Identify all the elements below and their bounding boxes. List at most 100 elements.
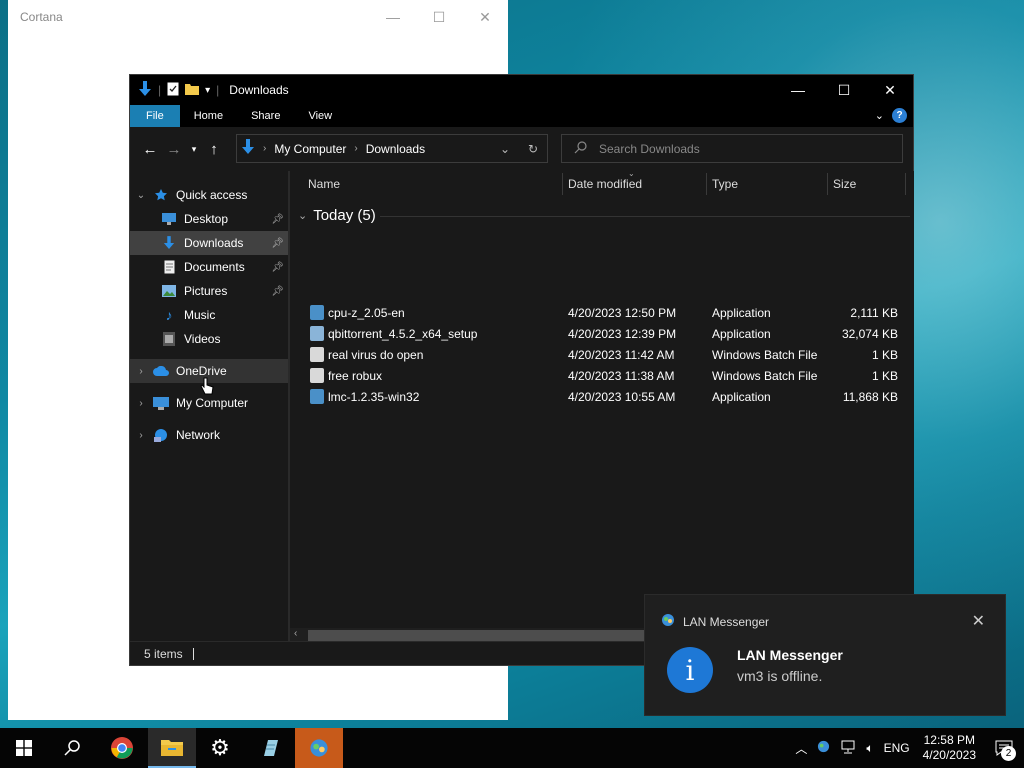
- toast-close-icon[interactable]: ✕: [972, 611, 985, 631]
- search-box[interactable]: Search Downloads: [561, 134, 903, 163]
- recent-locations-icon[interactable]: ▾: [186, 137, 202, 161]
- breadcrumb-separator-icon[interactable]: ›: [354, 143, 357, 154]
- file-explorer-taskbar-button[interactable]: [148, 728, 196, 768]
- collapsed-chevron-icon[interactable]: ›: [130, 398, 152, 409]
- item-count: 5 items: [144, 646, 183, 661]
- file-type: Windows Batch File: [712, 348, 818, 362]
- file-row[interactable]: qbittorrent_4.5.2_x64_setup 4/20/2023 12:…: [290, 324, 914, 345]
- scroll-left-arrow-icon[interactable]: ‹: [294, 628, 297, 639]
- address-bar[interactable]: › My Computer › Downloads ⌄ ↻: [236, 134, 548, 163]
- search-button[interactable]: [48, 728, 96, 768]
- search-icon: [64, 740, 80, 756]
- column-resize-handle[interactable]: [827, 173, 828, 195]
- tab-share[interactable]: Share: [237, 105, 294, 127]
- up-arrow-icon[interactable]: ↑: [202, 137, 226, 161]
- desktop-icon: [160, 211, 178, 227]
- nav-item-downloads[interactable]: Downloads 📌︎: [130, 231, 288, 255]
- search-icon: [574, 140, 587, 157]
- file-size: 1 KB: [871, 348, 898, 362]
- notification-toast[interactable]: LAN Messenger ✕ i LAN Messenger vm3 is o…: [644, 594, 1006, 716]
- notification-count-badge: 2: [1001, 746, 1016, 761]
- pin-icon[interactable]: 📌︎: [271, 238, 284, 249]
- scrollbar-thumb[interactable]: [308, 630, 648, 641]
- file-type: Application: [712, 306, 771, 320]
- column-type[interactable]: Type: [712, 177, 738, 191]
- file-row[interactable]: free robux 4/20/2023 11:38 AM Windows Batc…: [290, 366, 914, 387]
- tab-file[interactable]: File: [130, 105, 180, 127]
- nav-item-label: Quick access: [176, 188, 248, 202]
- group-divider: [380, 216, 910, 217]
- column-date-modified[interactable]: Date modified: [568, 177, 642, 191]
- notepad-taskbar-button[interactable]: [246, 728, 294, 768]
- refresh-icon[interactable]: ↻: [519, 142, 547, 156]
- separator: |: [216, 83, 220, 97]
- collapsed-chevron-icon[interactable]: ›: [130, 430, 152, 441]
- show-hidden-icons-chevron-icon[interactable]: ︿: [790, 740, 812, 757]
- file-row[interactable]: real virus do open 4/20/2023 11:42 AM Wind…: [290, 345, 914, 366]
- cloud-icon: [152, 363, 170, 379]
- lan-messenger-tray-icon[interactable]: [812, 740, 835, 756]
- close-button[interactable]: ✕: [867, 75, 913, 105]
- start-button[interactable]: [0, 728, 48, 768]
- new-folder-icon[interactable]: [185, 83, 200, 98]
- nav-item-pictures[interactable]: Pictures 📌︎: [130, 279, 288, 303]
- breadcrumb-my-computer[interactable]: My Computer: [274, 142, 346, 156]
- breadcrumb-separator-icon[interactable]: ›: [263, 143, 266, 154]
- maximize-button[interactable]: ☐: [821, 75, 867, 105]
- customize-quick-access-icon[interactable]: ▾: [205, 85, 210, 96]
- nav-item-documents[interactable]: Documents 📌︎: [130, 255, 288, 279]
- nav-item-label: Documents: [184, 260, 245, 274]
- breadcrumb-downloads[interactable]: Downloads: [366, 142, 425, 156]
- help-icon[interactable]: ?: [892, 108, 907, 123]
- explorer-titlebar[interactable]: | ▾ | Downloads — ☐ ✕: [130, 75, 913, 105]
- cortana-maximize-button[interactable]: ☐: [416, 0, 462, 34]
- download-arrow-icon: [138, 80, 152, 100]
- back-arrow-icon[interactable]: ←: [138, 137, 162, 161]
- properties-icon[interactable]: [167, 82, 179, 99]
- computer-icon: [152, 395, 170, 411]
- search-input[interactable]: Search Downloads: [599, 142, 700, 156]
- nav-item-network[interactable]: › Network: [130, 423, 288, 447]
- network-icon[interactable]: [835, 740, 861, 757]
- collapse-group-chevron-icon[interactable]: ⌄: [298, 209, 307, 222]
- tab-home[interactable]: Home: [180, 105, 237, 127]
- lan-messenger-taskbar-button[interactable]: [295, 728, 343, 768]
- expanded-chevron-icon[interactable]: ⌄: [130, 190, 152, 201]
- file-name: cpu-z_2.05-en: [328, 306, 405, 320]
- column-size[interactable]: Size: [833, 177, 856, 191]
- group-header[interactable]: ⌄ Today (5): [298, 207, 376, 224]
- pin-icon[interactable]: 📌︎: [271, 286, 284, 297]
- column-resize-handle[interactable]: [905, 173, 906, 195]
- nav-item-music[interactable]: ♪ Music: [130, 303, 288, 327]
- file-type: Application: [712, 390, 771, 404]
- forward-arrow-icon[interactable]: →: [162, 137, 186, 161]
- action-center-button[interactable]: 2: [984, 728, 1024, 768]
- pin-icon[interactable]: 📌︎: [271, 214, 284, 225]
- column-resize-handle[interactable]: [562, 173, 563, 195]
- pin-icon[interactable]: 📌︎: [271, 262, 284, 273]
- hand-cursor-icon: [200, 377, 214, 400]
- windows-logo-icon: [16, 740, 32, 756]
- tab-view[interactable]: View: [294, 105, 346, 127]
- cortana-close-button[interactable]: ✕: [462, 0, 508, 34]
- nav-item-videos[interactable]: Videos: [130, 327, 288, 351]
- expand-ribbon-icon[interactable]: ⌄: [875, 109, 884, 122]
- volume-icon[interactable]: 🔈︎: [861, 741, 878, 756]
- language-indicator[interactable]: ENG: [879, 741, 915, 755]
- file-row[interactable]: lmc-1.2.35-win32 4/20/2023 10:55 AM Applic…: [290, 387, 914, 408]
- minimize-button[interactable]: —: [775, 75, 821, 105]
- collapsed-chevron-icon[interactable]: ›: [130, 366, 152, 377]
- address-dropdown-icon[interactable]: ⌄: [491, 142, 519, 156]
- chrome-taskbar-button[interactable]: [98, 728, 146, 768]
- nav-item-desktop[interactable]: Desktop 📌︎: [130, 207, 288, 231]
- column-name[interactable]: Name: [308, 177, 340, 191]
- settings-taskbar-button[interactable]: ⚙: [196, 728, 244, 768]
- column-resize-handle[interactable]: [706, 173, 707, 195]
- chrome-icon: [111, 737, 133, 759]
- nav-item-quick-access[interactable]: ⌄ Quick access: [130, 183, 288, 207]
- cortana-minimize-button[interactable]: —: [370, 0, 416, 34]
- file-row[interactable]: cpu-z_2.05-en 4/20/2023 12:50 PM Applicati…: [290, 303, 914, 324]
- file-name: real virus do open: [328, 348, 424, 362]
- nav-item-label: Pictures: [184, 284, 228, 298]
- clock[interactable]: 12:58 PM 4/20/2023: [915, 733, 984, 763]
